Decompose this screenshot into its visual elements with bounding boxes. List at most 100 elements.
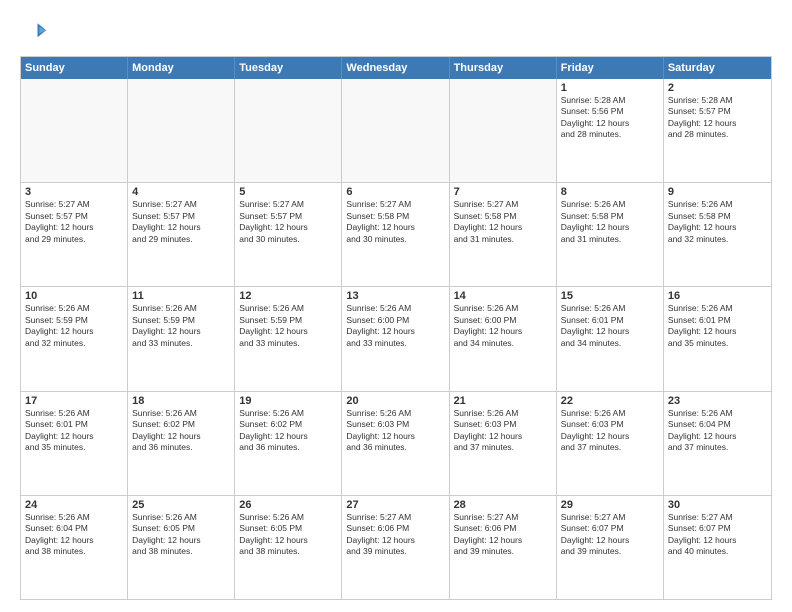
calendar-cell: 7Sunrise: 5:27 AM Sunset: 5:58 PM Daylig…: [450, 183, 557, 286]
day-number: 23: [668, 395, 767, 407]
day-number: 16: [668, 290, 767, 302]
day-number: 17: [25, 395, 123, 407]
day-info: Sunrise: 5:26 AM Sunset: 5:59 PM Dayligh…: [25, 303, 123, 349]
calendar-cell: 20Sunrise: 5:26 AM Sunset: 6:03 PM Dayli…: [342, 392, 449, 495]
day-number: 28: [454, 499, 552, 511]
calendar-cell: 24Sunrise: 5:26 AM Sunset: 6:04 PM Dayli…: [21, 496, 128, 599]
calendar-cell: 11Sunrise: 5:26 AM Sunset: 5:59 PM Dayli…: [128, 287, 235, 390]
calendar-row-4: 17Sunrise: 5:26 AM Sunset: 6:01 PM Dayli…: [21, 392, 771, 496]
day-info: Sunrise: 5:26 AM Sunset: 6:04 PM Dayligh…: [25, 512, 123, 558]
header-cell-thursday: Thursday: [450, 57, 557, 79]
day-number: 21: [454, 395, 552, 407]
day-info: Sunrise: 5:27 AM Sunset: 5:58 PM Dayligh…: [454, 199, 552, 245]
day-info: Sunrise: 5:26 AM Sunset: 6:04 PM Dayligh…: [668, 408, 767, 454]
day-info: Sunrise: 5:26 AM Sunset: 6:05 PM Dayligh…: [239, 512, 337, 558]
calendar-cell: 12Sunrise: 5:26 AM Sunset: 5:59 PM Dayli…: [235, 287, 342, 390]
day-info: Sunrise: 5:26 AM Sunset: 6:03 PM Dayligh…: [454, 408, 552, 454]
header-cell-sunday: Sunday: [21, 57, 128, 79]
day-info: Sunrise: 5:26 AM Sunset: 6:00 PM Dayligh…: [346, 303, 444, 349]
day-info: Sunrise: 5:27 AM Sunset: 6:07 PM Dayligh…: [668, 512, 767, 558]
day-number: 15: [561, 290, 659, 302]
calendar-cell: 9Sunrise: 5:26 AM Sunset: 5:58 PM Daylig…: [664, 183, 771, 286]
calendar-cell: 14Sunrise: 5:26 AM Sunset: 6:00 PM Dayli…: [450, 287, 557, 390]
day-info: Sunrise: 5:27 AM Sunset: 6:06 PM Dayligh…: [346, 512, 444, 558]
day-number: 24: [25, 499, 123, 511]
logo: [20, 18, 52, 46]
day-number: 29: [561, 499, 659, 511]
calendar-row-2: 3Sunrise: 5:27 AM Sunset: 5:57 PM Daylig…: [21, 183, 771, 287]
calendar-cell: 5Sunrise: 5:27 AM Sunset: 5:57 PM Daylig…: [235, 183, 342, 286]
calendar-cell: [450, 79, 557, 182]
day-number: 12: [239, 290, 337, 302]
day-number: 26: [239, 499, 337, 511]
header-cell-monday: Monday: [128, 57, 235, 79]
day-info: Sunrise: 5:26 AM Sunset: 5:58 PM Dayligh…: [561, 199, 659, 245]
day-info: Sunrise: 5:26 AM Sunset: 6:01 PM Dayligh…: [561, 303, 659, 349]
day-number: 30: [668, 499, 767, 511]
day-info: Sunrise: 5:26 AM Sunset: 6:02 PM Dayligh…: [132, 408, 230, 454]
day-number: 3: [25, 186, 123, 198]
calendar: SundayMondayTuesdayWednesdayThursdayFrid…: [20, 56, 772, 600]
day-number: 2: [668, 82, 767, 94]
day-info: Sunrise: 5:26 AM Sunset: 6:03 PM Dayligh…: [561, 408, 659, 454]
day-number: 14: [454, 290, 552, 302]
day-info: Sunrise: 5:26 AM Sunset: 6:01 PM Dayligh…: [25, 408, 123, 454]
calendar-cell: 25Sunrise: 5:26 AM Sunset: 6:05 PM Dayli…: [128, 496, 235, 599]
calendar-cell: 2Sunrise: 5:28 AM Sunset: 5:57 PM Daylig…: [664, 79, 771, 182]
calendar-cell: 21Sunrise: 5:26 AM Sunset: 6:03 PM Dayli…: [450, 392, 557, 495]
day-number: 10: [25, 290, 123, 302]
day-number: 20: [346, 395, 444, 407]
calendar-row-3: 10Sunrise: 5:26 AM Sunset: 5:59 PM Dayli…: [21, 287, 771, 391]
calendar-cell: [235, 79, 342, 182]
calendar-cell: [342, 79, 449, 182]
day-info: Sunrise: 5:27 AM Sunset: 5:57 PM Dayligh…: [132, 199, 230, 245]
calendar-cell: 26Sunrise: 5:26 AM Sunset: 6:05 PM Dayli…: [235, 496, 342, 599]
day-info: Sunrise: 5:26 AM Sunset: 6:03 PM Dayligh…: [346, 408, 444, 454]
calendar-cell: 6Sunrise: 5:27 AM Sunset: 5:58 PM Daylig…: [342, 183, 449, 286]
header-cell-wednesday: Wednesday: [342, 57, 449, 79]
day-number: 13: [346, 290, 444, 302]
calendar-cell: [128, 79, 235, 182]
day-info: Sunrise: 5:27 AM Sunset: 5:57 PM Dayligh…: [25, 199, 123, 245]
day-info: Sunrise: 5:28 AM Sunset: 5:57 PM Dayligh…: [668, 95, 767, 141]
day-info: Sunrise: 5:26 AM Sunset: 6:00 PM Dayligh…: [454, 303, 552, 349]
day-number: 19: [239, 395, 337, 407]
day-info: Sunrise: 5:26 AM Sunset: 5:59 PM Dayligh…: [132, 303, 230, 349]
calendar-cell: 4Sunrise: 5:27 AM Sunset: 5:57 PM Daylig…: [128, 183, 235, 286]
day-number: 7: [454, 186, 552, 198]
calendar-cell: 17Sunrise: 5:26 AM Sunset: 6:01 PM Dayli…: [21, 392, 128, 495]
calendar-cell: 30Sunrise: 5:27 AM Sunset: 6:07 PM Dayli…: [664, 496, 771, 599]
calendar-cell: 23Sunrise: 5:26 AM Sunset: 6:04 PM Dayli…: [664, 392, 771, 495]
day-number: 6: [346, 186, 444, 198]
calendar-cell: 28Sunrise: 5:27 AM Sunset: 6:06 PM Dayli…: [450, 496, 557, 599]
day-number: 8: [561, 186, 659, 198]
day-number: 22: [561, 395, 659, 407]
calendar-cell: 29Sunrise: 5:27 AM Sunset: 6:07 PM Dayli…: [557, 496, 664, 599]
header-cell-tuesday: Tuesday: [235, 57, 342, 79]
calendar-cell: 15Sunrise: 5:26 AM Sunset: 6:01 PM Dayli…: [557, 287, 664, 390]
day-info: Sunrise: 5:26 AM Sunset: 6:05 PM Dayligh…: [132, 512, 230, 558]
calendar-cell: 10Sunrise: 5:26 AM Sunset: 5:59 PM Dayli…: [21, 287, 128, 390]
day-info: Sunrise: 5:27 AM Sunset: 5:58 PM Dayligh…: [346, 199, 444, 245]
day-number: 1: [561, 82, 659, 94]
day-number: 9: [668, 186, 767, 198]
calendar-cell: 18Sunrise: 5:26 AM Sunset: 6:02 PM Dayli…: [128, 392, 235, 495]
logo-icon: [20, 18, 48, 46]
day-info: Sunrise: 5:27 AM Sunset: 6:07 PM Dayligh…: [561, 512, 659, 558]
day-info: Sunrise: 5:28 AM Sunset: 5:56 PM Dayligh…: [561, 95, 659, 141]
calendar-cell: 19Sunrise: 5:26 AM Sunset: 6:02 PM Dayli…: [235, 392, 342, 495]
day-number: 5: [239, 186, 337, 198]
calendar-cell: 16Sunrise: 5:26 AM Sunset: 6:01 PM Dayli…: [664, 287, 771, 390]
day-info: Sunrise: 5:26 AM Sunset: 6:01 PM Dayligh…: [668, 303, 767, 349]
day-info: Sunrise: 5:26 AM Sunset: 5:59 PM Dayligh…: [239, 303, 337, 349]
calendar-row-5: 24Sunrise: 5:26 AM Sunset: 6:04 PM Dayli…: [21, 496, 771, 599]
day-info: Sunrise: 5:26 AM Sunset: 5:58 PM Dayligh…: [668, 199, 767, 245]
calendar-cell: [21, 79, 128, 182]
calendar-row-1: 1Sunrise: 5:28 AM Sunset: 5:56 PM Daylig…: [21, 79, 771, 183]
page: SundayMondayTuesdayWednesdayThursdayFrid…: [0, 0, 792, 612]
day-number: 18: [132, 395, 230, 407]
calendar-cell: 22Sunrise: 5:26 AM Sunset: 6:03 PM Dayli…: [557, 392, 664, 495]
calendar-cell: 27Sunrise: 5:27 AM Sunset: 6:06 PM Dayli…: [342, 496, 449, 599]
calendar-header: SundayMondayTuesdayWednesdayThursdayFrid…: [21, 57, 771, 79]
day-info: Sunrise: 5:26 AM Sunset: 6:02 PM Dayligh…: [239, 408, 337, 454]
